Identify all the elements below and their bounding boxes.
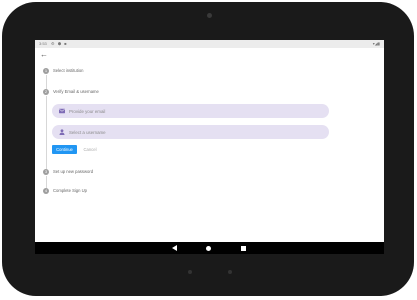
- status-time: 3:53: [39, 41, 47, 46]
- step-connector: [45, 75, 47, 89]
- step-1-indicator[interactable]: 1: [43, 68, 49, 74]
- tablet-device: 3:53 ⚙ ⬢ ■ ▾◢▮ ← 1 Select institution 2 …: [2, 2, 414, 296]
- app-screen: 3:53 ⚙ ⬢ ■ ▾◢▮ ← 1 Select institution 2 …: [35, 40, 384, 254]
- status-bar: 3:53 ⚙ ⬢ ■ ▾◢▮: [35, 40, 384, 48]
- speaker-right: [228, 270, 232, 274]
- username-field[interactable]: [52, 125, 329, 139]
- step-connector: [45, 176, 47, 188]
- back-arrow-icon[interactable]: ←: [40, 51, 48, 59]
- nav-recents-icon[interactable]: [241, 245, 246, 251]
- step-connector: [45, 96, 47, 169]
- nav-home-icon[interactable]: [206, 245, 211, 251]
- step-4-label[interactable]: Complete Sign Up: [53, 188, 87, 194]
- cancel-button[interactable]: Cancel: [81, 145, 99, 154]
- status-notification-icons: ⚙ ⬢ ■: [51, 41, 68, 46]
- status-signal-battery-icons: ▾◢▮: [372, 41, 380, 46]
- step-4-indicator[interactable]: 4: [43, 188, 49, 194]
- email-icon: [59, 108, 65, 114]
- step-3-label[interactable]: Set up new password: [53, 169, 93, 175]
- navigation-bar: [35, 242, 384, 254]
- email-field[interactable]: [52, 104, 329, 118]
- nav-back-icon[interactable]: [172, 245, 177, 251]
- step-2-label[interactable]: Verify Email & username: [53, 89, 99, 95]
- step-1-label[interactable]: Select institution: [53, 68, 84, 74]
- step-3-indicator[interactable]: 3: [43, 169, 49, 175]
- person-icon: [59, 129, 65, 135]
- front-camera: [207, 13, 212, 18]
- username-input[interactable]: [69, 125, 319, 139]
- step-2-indicator[interactable]: 2: [43, 89, 49, 95]
- email-input[interactable]: [69, 104, 319, 118]
- continue-button[interactable]: Continue: [52, 145, 77, 154]
- speaker-left: [188, 270, 192, 274]
